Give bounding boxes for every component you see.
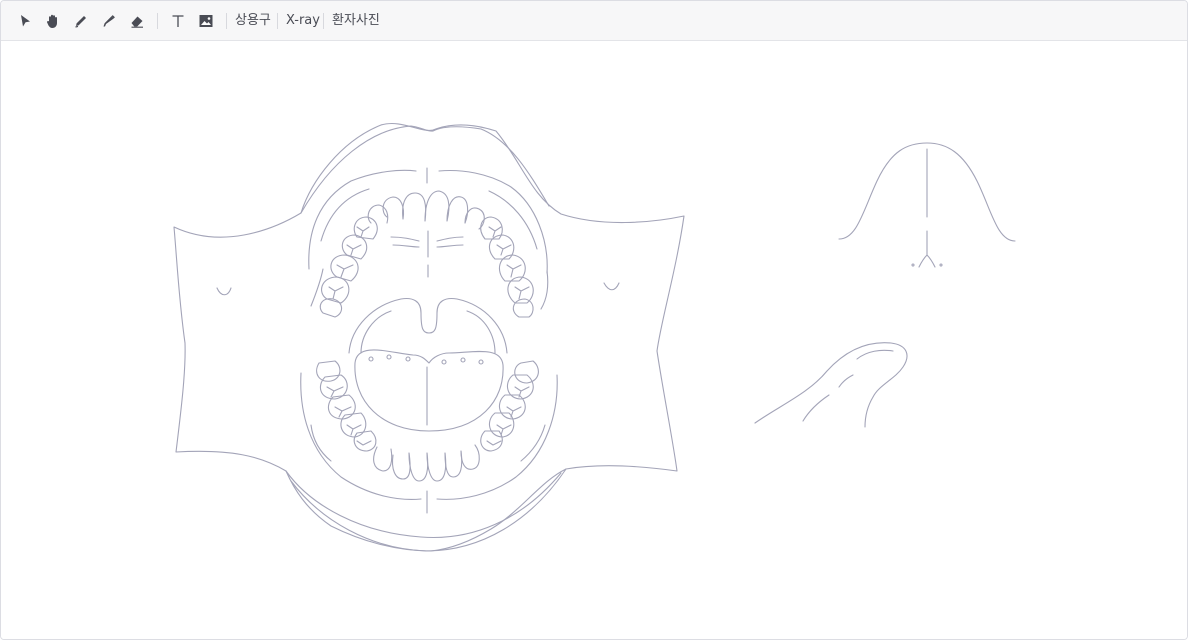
eraser-icon[interactable]	[126, 10, 148, 32]
drawing-app-window: 상용구 X-ray 환자사진	[0, 0, 1188, 640]
text-icon[interactable]	[167, 10, 189, 32]
toolbar-divider	[157, 13, 158, 29]
toolbar-divider	[323, 13, 324, 29]
toolbar-divider	[277, 13, 278, 29]
marker-icon[interactable]	[98, 10, 120, 32]
hand-pan-icon[interactable]	[42, 10, 64, 32]
open-mouth-teeth-chart	[173, 123, 685, 552]
toolbar-divider	[226, 13, 227, 29]
patient-photo-button[interactable]: 환자사진	[332, 12, 380, 29]
drawing-canvas[interactable]	[1, 41, 1187, 639]
nose-outline	[838, 142, 1016, 268]
dental-diagram-svg	[173, 123, 1016, 552]
phrases-button[interactable]: 상용구	[235, 12, 271, 29]
select-arrow-icon[interactable]	[14, 10, 36, 32]
pen-icon[interactable]	[70, 10, 92, 32]
xray-button[interactable]: X-ray	[286, 12, 320, 29]
image-icon[interactable]	[195, 10, 217, 32]
toolbar: 상용구 X-ray 환자사진	[1, 1, 1187, 41]
tongue-outline	[754, 342, 908, 428]
